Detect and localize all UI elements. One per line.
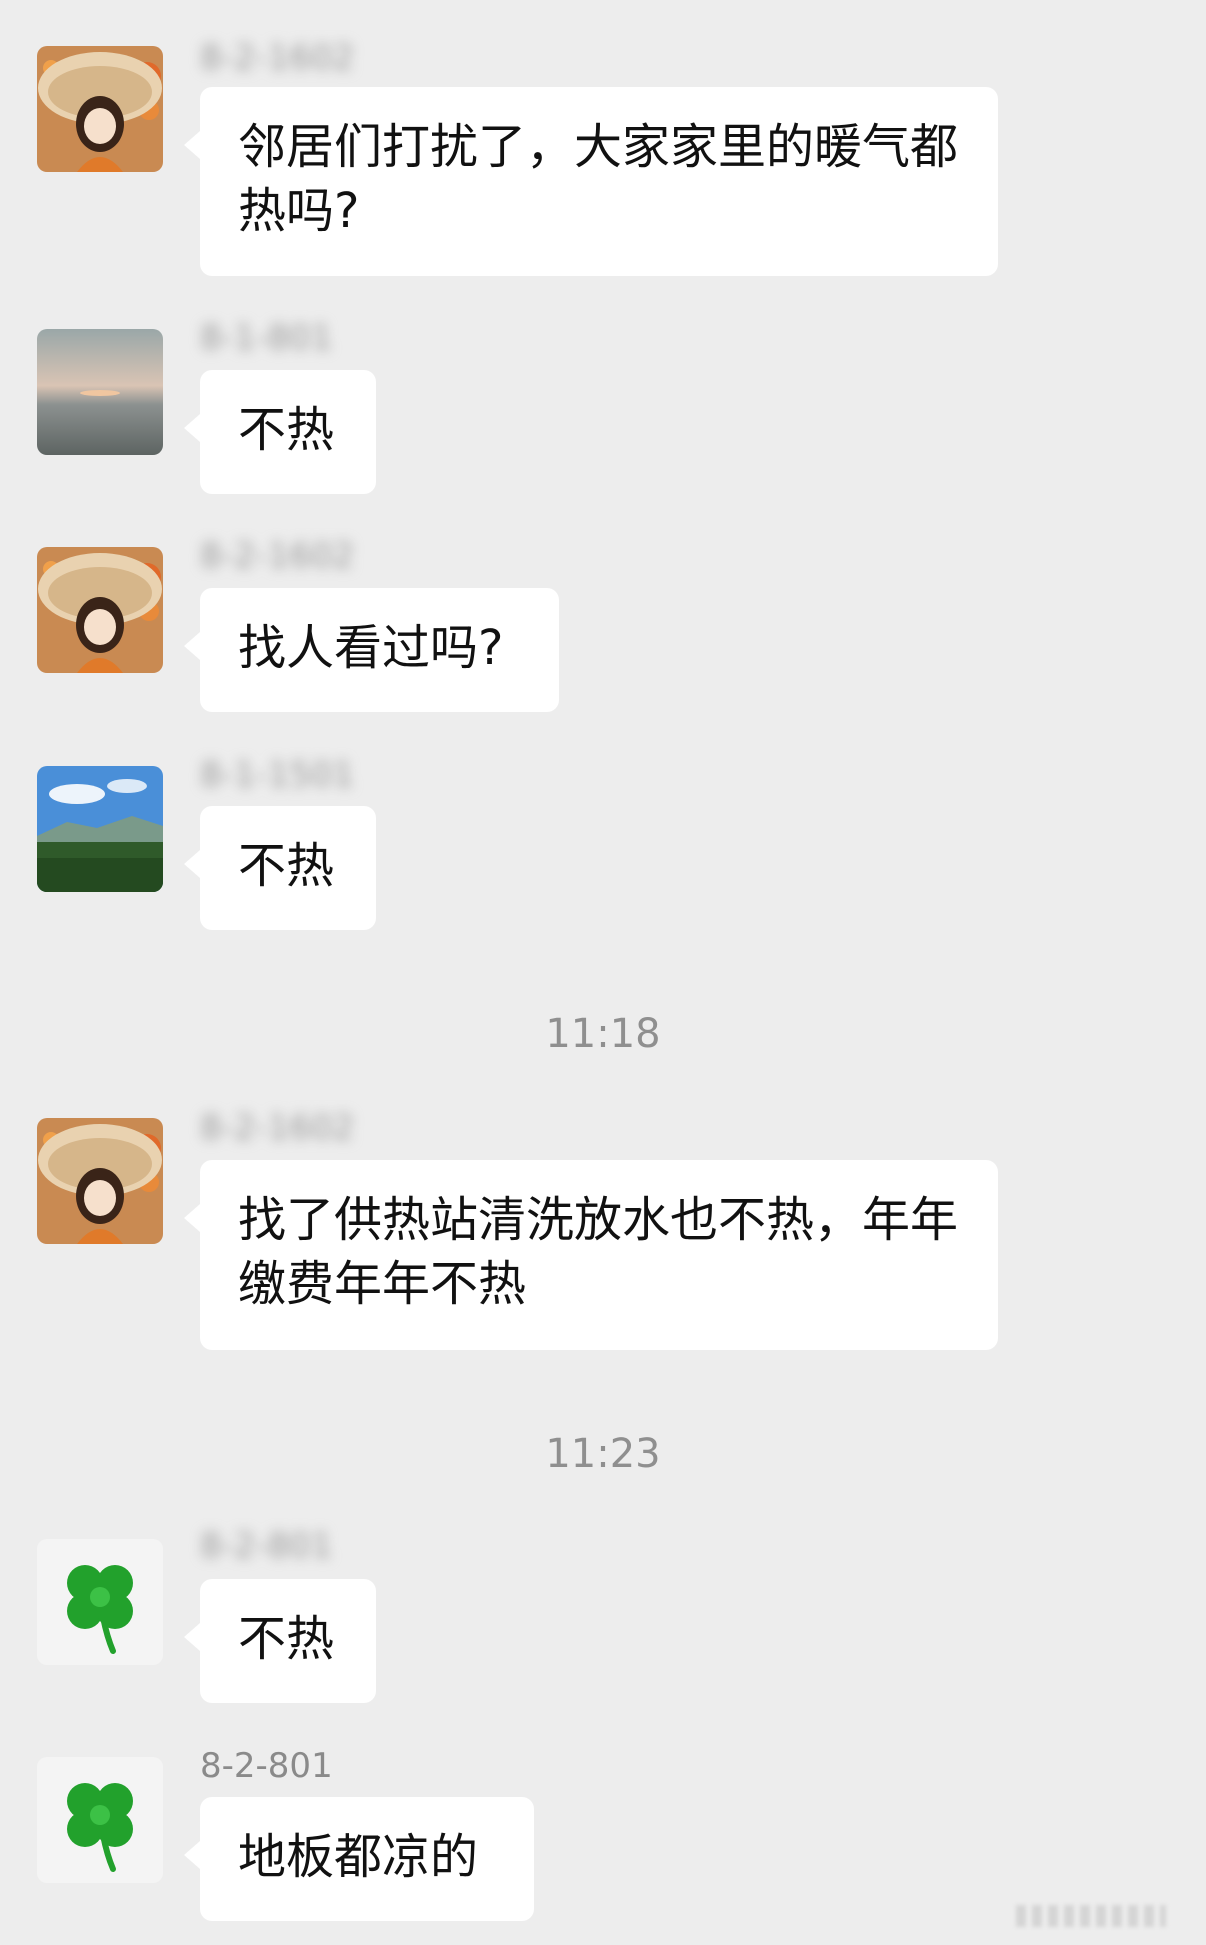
four-leaf-clover-avatar[interactable]	[37, 1757, 163, 1883]
message-bubble[interactable]: 不热	[184, 806, 376, 930]
message-bubble[interactable]: 邻居们打扰了，大家家里的暖气都热吗?	[184, 87, 998, 276]
sender-name: 8-2-801	[200, 1746, 333, 1786]
sender-name: 8-2-1602	[200, 38, 355, 78]
sender-name: 8-2-1602	[200, 536, 355, 576]
message-bubble[interactable]: 找了供热站清洗放水也不热，年年缴费年年不热	[184, 1160, 998, 1350]
timestamp: 11:23	[545, 1431, 661, 1477]
sender-name: 8-1-801	[200, 318, 333, 358]
watermark	[1016, 1905, 1166, 1927]
message-bubble[interactable]: 地板都凉的	[184, 1797, 534, 1921]
sender-name: 8-1-1501	[200, 755, 355, 795]
girl-with-hat-avatar[interactable]	[37, 1118, 163, 1244]
message-bubble[interactable]: 不热	[184, 370, 376, 494]
message-bubble[interactable]: 找人看过吗?	[184, 588, 559, 712]
timestamp: 11:18	[545, 1011, 661, 1057]
message-bubble[interactable]: 不热	[184, 1579, 376, 1703]
girl-with-hat-avatar[interactable]	[37, 547, 163, 673]
girl-with-hat-avatar[interactable]	[37, 46, 163, 172]
four-leaf-clover-avatar[interactable]	[37, 1539, 163, 1665]
sunset-sea-avatar[interactable]	[37, 329, 163, 455]
field-landscape-avatar[interactable]	[37, 766, 163, 892]
sender-name: 8-2-1602	[200, 1108, 355, 1148]
chat-message-list[interactable]: 8-2-1602 邻居们打扰了，大家家里的暖气都热吗? 8-1-801 不热 8…	[0, 0, 1206, 1945]
sender-name: 8-2-801	[200, 1526, 333, 1566]
